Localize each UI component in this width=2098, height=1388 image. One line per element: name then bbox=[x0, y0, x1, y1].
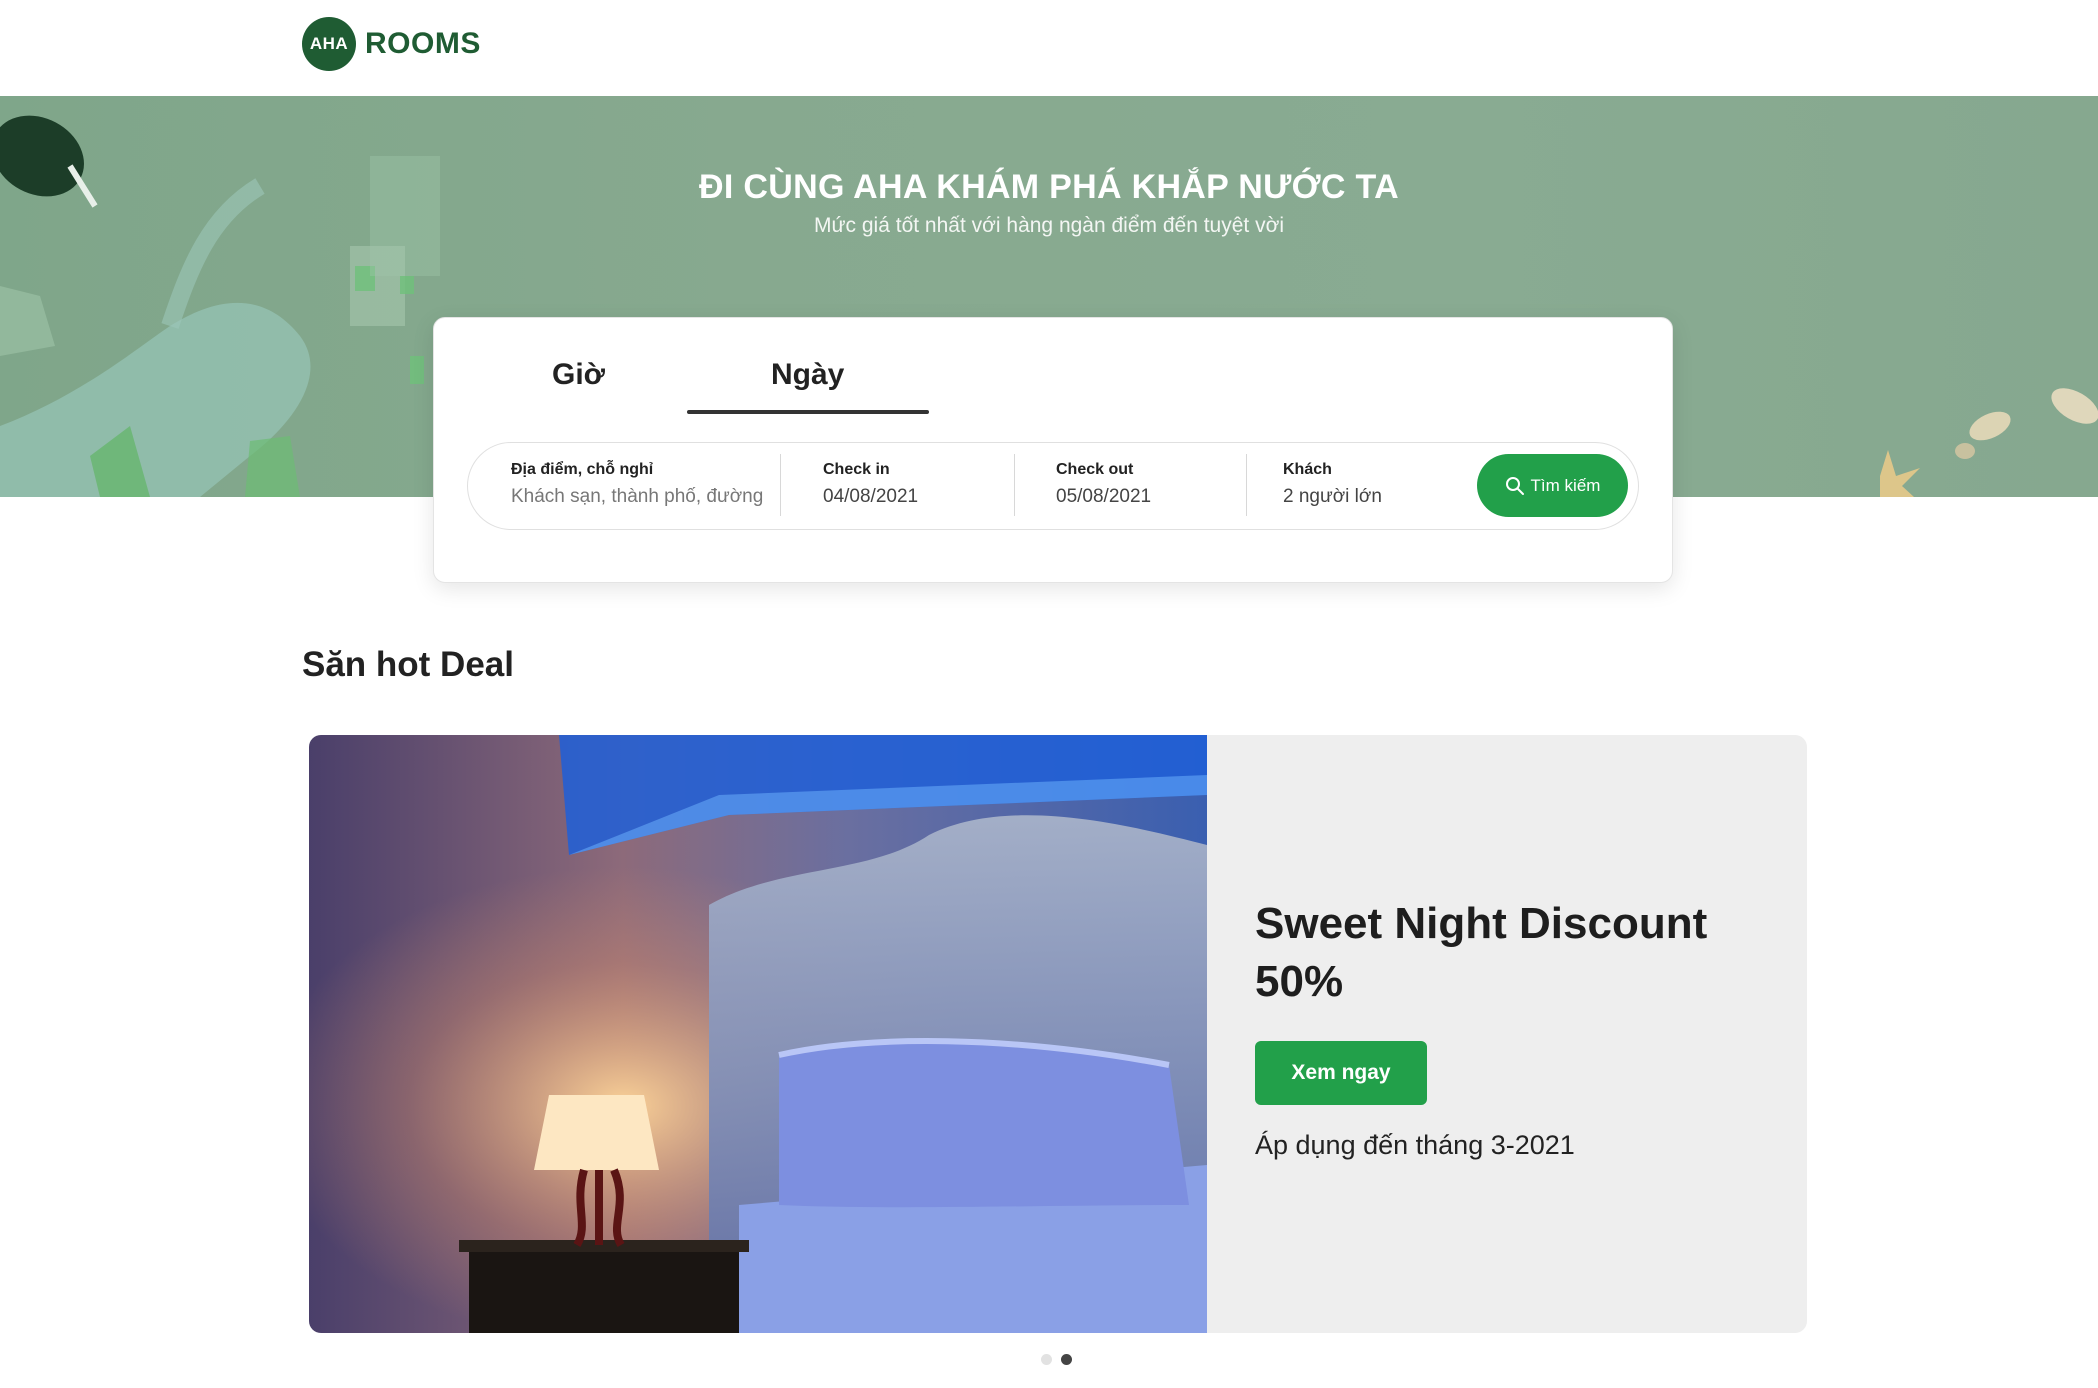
guests-field[interactable]: Khách 2 người lớn bbox=[1283, 443, 1463, 529]
check-in-value[interactable]: 04/08/2021 bbox=[823, 486, 918, 508]
deal-validity-note: Áp dụng đến tháng 3-2021 bbox=[1255, 1130, 1575, 1160]
field-divider bbox=[780, 454, 781, 516]
hero-subtitle: Mức giá tốt nhất với hàng ngàn điểm đến … bbox=[813, 214, 1285, 237]
guests-value[interactable]: 2 người lớn bbox=[1283, 486, 1382, 508]
carousel-dot-active[interactable] bbox=[1061, 1354, 1072, 1365]
guests-label: Khách bbox=[1283, 461, 1332, 478]
active-tab-indicator bbox=[687, 410, 929, 414]
tab-daily[interactable]: Ngày bbox=[771, 358, 844, 392]
search-card: Giờ Ngày Địa điểm, chỗ nghỉ Khách sạn, t… bbox=[433, 317, 1673, 583]
field-divider bbox=[1014, 454, 1015, 516]
location-field[interactable]: Địa điểm, chỗ nghỉ Khách sạn, thành phố,… bbox=[511, 443, 763, 529]
brand-logo[interactable]: AHA ROOMS bbox=[302, 17, 481, 71]
search-icon bbox=[1505, 476, 1524, 495]
tab-hourly[interactable]: Giờ bbox=[552, 358, 605, 392]
carousel-dot[interactable] bbox=[1041, 1354, 1052, 1365]
top-header: AHA ROOMS bbox=[0, 0, 2098, 96]
hero-title: ĐI CÙNG AHA KHÁM PHÁ KHẮP NƯỚC TA bbox=[699, 168, 1399, 206]
search-button[interactable]: Tìm kiếm bbox=[1477, 454, 1628, 517]
location-label: Địa điểm, chỗ nghỉ bbox=[511, 461, 654, 478]
check-in-field[interactable]: Check in 04/08/2021 bbox=[823, 443, 1003, 529]
deal-title: Sweet Night Discount 50% bbox=[1255, 899, 1708, 1006]
deal-card[interactable]: Sweet Night Discount 50% Xem ngay Áp dụn… bbox=[309, 735, 1807, 1333]
hotel-room-image bbox=[309, 735, 1207, 1333]
section-title: Săn hot Deal bbox=[302, 645, 514, 684]
check-in-label: Check in bbox=[823, 461, 890, 478]
field-divider bbox=[1246, 454, 1247, 516]
logo-badge: AHA bbox=[302, 17, 356, 71]
logo-text: ROOMS bbox=[365, 27, 481, 60]
check-out-label: Check out bbox=[1056, 461, 1134, 478]
check-out-field[interactable]: Check out 05/08/2021 bbox=[1056, 443, 1236, 529]
check-out-value[interactable]: 05/08/2021 bbox=[1056, 486, 1151, 508]
search-button-label: Tìm kiếm bbox=[1530, 475, 1601, 495]
location-input[interactable]: Khách sạn, thành phố, đường bbox=[511, 486, 763, 508]
carousel-dots bbox=[1041, 1354, 1081, 1365]
search-bar: Địa điểm, chỗ nghỉ Khách sạn, thành phố,… bbox=[467, 442, 1639, 530]
view-now-button[interactable]: Xem ngay bbox=[1255, 1041, 1427, 1105]
